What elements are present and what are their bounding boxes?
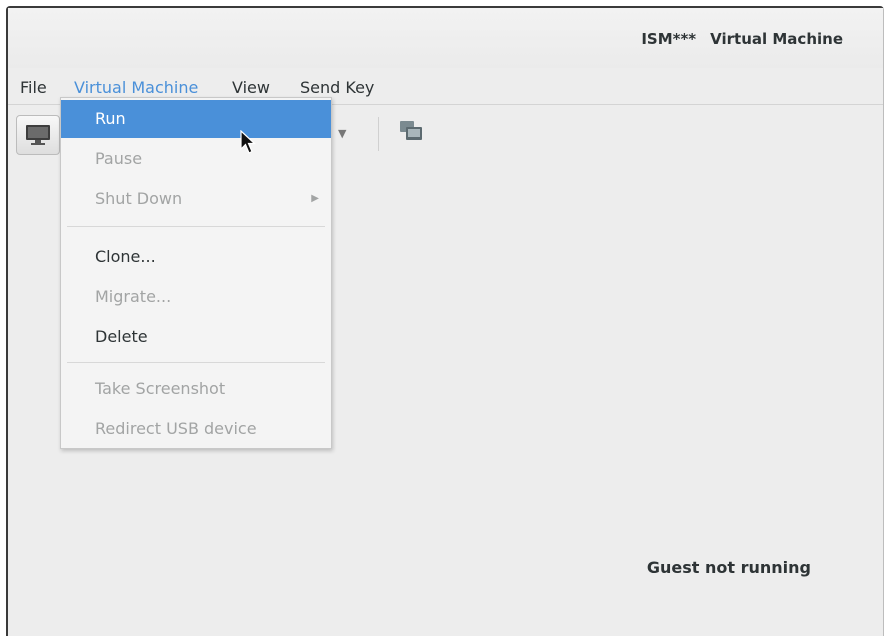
menu-separator [67, 226, 325, 227]
title-name: Virtual Machine [710, 30, 843, 48]
menu-item-delete[interactable]: Delete [61, 318, 331, 356]
title-host: ISM*** [641, 30, 697, 48]
monitor-icon [26, 125, 50, 145]
menu-item-shut-down-label: Shut Down [95, 189, 183, 208]
window-title: ISM*** Virtual Machine [641, 30, 843, 48]
guest-status: Guest not running [646, 558, 811, 577]
menu-separator [67, 362, 325, 363]
menu-item-migrate: Migrate... [95, 287, 172, 306]
menu-item-clone[interactable]: Clone... [61, 238, 331, 276]
toolbar-separator [378, 117, 379, 151]
dropdown-arrow-icon[interactable]: ▼ [338, 127, 346, 140]
menu-virtual-machine[interactable]: Virtual Machine [70, 76, 202, 99]
menu-item-shut-down: Shut Down ▶ [61, 180, 331, 218]
console-button[interactable] [16, 115, 60, 155]
menu-item-run[interactable]: Run [61, 100, 331, 138]
mouse-cursor-icon [240, 130, 257, 154]
menu-item-take-screenshot: Take Screenshot [95, 379, 226, 398]
menu-view[interactable]: View [228, 76, 274, 99]
menu-item-pause: Pause [95, 149, 143, 168]
submenu-arrow-icon: ▶ [311, 193, 319, 204]
virtual-machine-menu: Run Pause Shut Down ▶ Clone... Migrate...… [60, 97, 332, 449]
title-bar[interactable]: ISM*** Virtual Machine [8, 8, 883, 68]
menu-file[interactable]: File [16, 76, 51, 99]
menu-send-key[interactable]: Send Key [296, 76, 378, 99]
screenshot-icon[interactable] [398, 119, 424, 143]
menu-item-redirect-usb: Redirect USB device [95, 419, 257, 438]
